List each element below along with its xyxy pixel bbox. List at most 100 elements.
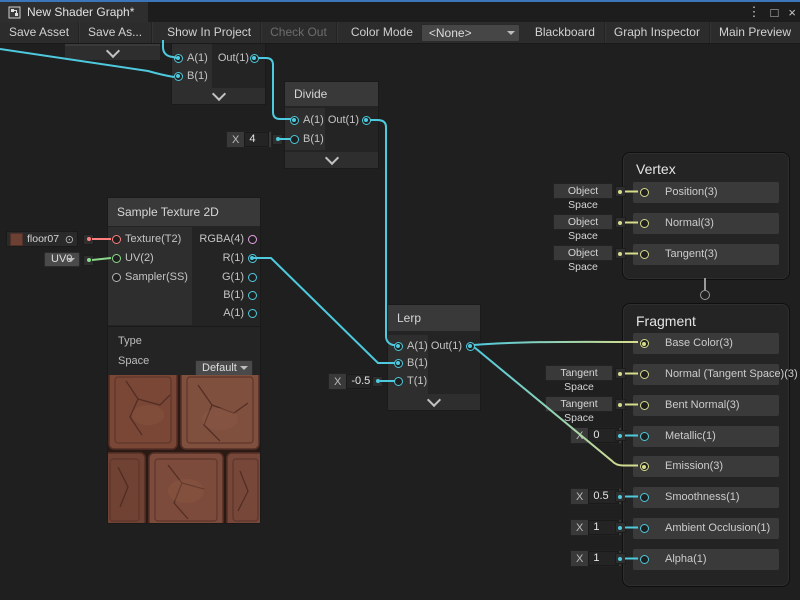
vertex-tangent-row[interactable]: Tangent(3) [633, 244, 779, 265]
inline-port-dot [83, 234, 94, 245]
menu-icon[interactable]: ⋮ [748, 4, 761, 20]
fragment-alpha-row[interactable]: Alpha(1) [633, 549, 779, 570]
space-pill[interactable]: Object Space [553, 245, 613, 261]
node-collapse-bar[interactable] [172, 88, 265, 104]
save-as-button[interactable]: Save As... [79, 22, 152, 43]
fragment-base-color-row[interactable]: Base Color(3) [633, 333, 779, 354]
port-label: A(1) [188, 308, 244, 319]
input-port-uv[interactable] [112, 254, 121, 263]
port-label: B(1) [303, 134, 324, 145]
input-port-position[interactable] [640, 188, 649, 197]
inline-port-dot [615, 248, 626, 259]
input-port-emission[interactable] [640, 462, 649, 471]
chevron-down-icon[interactable] [211, 87, 225, 101]
close-icon[interactable]: × [788, 5, 796, 20]
output-port-r[interactable] [248, 254, 257, 263]
input-port-normal[interactable] [640, 219, 649, 228]
save-asset-button[interactable]: Save Asset [0, 22, 79, 43]
maximize-icon[interactable]: □ [771, 5, 779, 20]
color-mode-dropdown[interactable]: <None> [421, 24, 520, 42]
node-title: Sample Texture 2D [108, 198, 260, 226]
divide-node[interactable]: Divide A(1) B(1) Out(1) [285, 82, 378, 168]
lerp-t-value-field[interactable]: X -0.5 [328, 373, 372, 390]
output-port-b[interactable] [248, 291, 257, 300]
inline-port-dot [615, 491, 626, 502]
fragment-smoothness-row[interactable]: Smoothness(1) [633, 487, 779, 508]
uv-channel-dropdown[interactable]: UV0 [44, 252, 80, 267]
x-value[interactable]: 4 [244, 132, 269, 147]
collapsed-node-clipped[interactable] [65, 44, 160, 60]
chevron-down-icon[interactable] [105, 44, 119, 58]
x-label: X [571, 553, 588, 565]
space-pill[interactable]: Object Space [553, 183, 613, 199]
input-port-alpha[interactable] [640, 555, 649, 564]
show-in-project-button[interactable]: Show In Project [158, 22, 261, 43]
color-mode-value: <None> [429, 26, 472, 40]
port-label: R(1) [188, 253, 244, 264]
input-port-a[interactable] [174, 54, 183, 63]
fragment-block[interactable]: Fragment Base Color(3) Normal (Tangent S… [622, 303, 790, 587]
port-label: Texture(T2) [125, 234, 181, 245]
divide-b-value-field[interactable]: X 4 [226, 131, 272, 148]
math-node-clipped[interactable]: A(1) B(1) Out(1) [172, 44, 265, 104]
input-port-b[interactable] [174, 72, 183, 81]
output-port-out[interactable] [250, 54, 259, 63]
lerp-node[interactable]: Lerp A(1) B(1) T(1) Out(1) [388, 305, 480, 410]
space-pill[interactable]: Object Space [553, 214, 613, 230]
chevron-down-icon[interactable] [324, 151, 338, 165]
fragment-metallic-row[interactable]: Metallic(1) [633, 426, 779, 447]
port-label: A(1) [303, 115, 324, 126]
port-label: A(1) [407, 341, 428, 352]
vertex-normal-row[interactable]: Normal(3) [633, 213, 779, 234]
output-port-rgba[interactable] [248, 235, 257, 244]
input-port-a[interactable] [290, 116, 299, 125]
vertex-block[interactable]: Vertex Position(3) Normal(3) Tangent(3) [622, 152, 790, 280]
port-label: B(1) [407, 358, 428, 369]
input-port-smoothness[interactable] [640, 493, 649, 502]
port-label: UV(2) [125, 253, 154, 264]
input-port-sampler[interactable] [112, 273, 121, 282]
output-port-a[interactable] [248, 309, 257, 318]
input-port-base-color[interactable] [640, 339, 649, 348]
check-out-button: Check Out [261, 22, 337, 43]
input-port-a[interactable] [394, 342, 403, 351]
fragment-bent-normal-row[interactable]: Bent Normal(3) [633, 395, 779, 416]
fragment-emission-row[interactable]: Emission(3) [633, 456, 779, 477]
space-pill[interactable]: Tangent Space [545, 365, 613, 381]
node-title: Divide [285, 82, 378, 106]
type-dropdown[interactable]: Default [195, 360, 253, 376]
shader-graph-icon [8, 6, 21, 19]
input-port-metallic[interactable] [640, 432, 649, 441]
blackboard-toggle[interactable]: Blackboard [526, 22, 605, 43]
graph-inspector-toggle[interactable]: Graph Inspector [605, 22, 710, 43]
input-port-texture[interactable] [112, 235, 121, 244]
x-value[interactable]: -0.5 [346, 374, 371, 389]
x-label: X [571, 522, 588, 534]
port-label: Bent Normal(3) [665, 400, 740, 411]
output-port-out[interactable] [362, 116, 371, 125]
block-title: Vertex [636, 161, 676, 177]
input-port-normal-ts[interactable] [640, 370, 649, 379]
node-collapse-bar[interactable] [285, 152, 378, 168]
texture-asset-field[interactable]: floor07 ⊙ [6, 231, 78, 247]
vertex-position-row[interactable]: Position(3) [633, 182, 779, 203]
input-port-tangent[interactable] [640, 250, 649, 259]
main-preview-toggle[interactable]: Main Preview [710, 22, 800, 43]
object-picker-icon[interactable]: ⊙ [65, 233, 74, 246]
space-pill[interactable]: Tangent Space [545, 396, 613, 412]
input-port-b[interactable] [290, 135, 299, 144]
tab-new-shader-graph[interactable]: New Shader Graph* [0, 2, 148, 22]
sample-texture-2d-node[interactable]: Sample Texture 2D Texture(T2) UV(2) Samp… [108, 198, 260, 523]
input-port-bent-normal[interactable] [640, 401, 649, 410]
input-port-b[interactable] [394, 359, 403, 368]
input-port-t[interactable] [394, 377, 403, 386]
node-collapse-bar[interactable] [388, 394, 480, 410]
x-label: X [227, 134, 244, 146]
input-port-ambient-occlusion[interactable] [640, 524, 649, 533]
fragment-ambient-occlusion-row[interactable]: Ambient Occlusion(1) [633, 518, 779, 539]
output-port-g[interactable] [248, 273, 257, 282]
chevron-down-icon[interactable] [427, 393, 441, 407]
port-label: Metallic(1) [665, 431, 716, 442]
fragment-normal-row[interactable]: Normal (Tangent Space)(3) [633, 364, 779, 385]
output-port-out[interactable] [466, 342, 475, 351]
